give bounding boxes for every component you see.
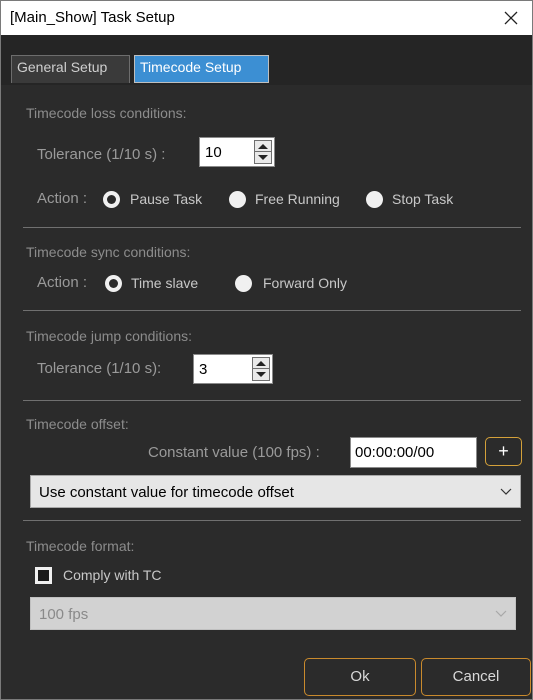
loss-tolerance-value: 10 — [205, 144, 222, 161]
arrow-up-icon — [258, 144, 268, 149]
comply-checkbox[interactable] — [35, 567, 52, 584]
offset-mode-value: Use constant value for timecode offset — [39, 484, 294, 501]
format-section-title: Timecode format: — [26, 538, 135, 554]
radio-free-running-label[interactable]: Free Running — [255, 191, 340, 207]
spin-up-button[interactable] — [255, 141, 271, 152]
jump-tolerance-value: 3 — [199, 361, 208, 378]
spin-up-button[interactable] — [253, 358, 269, 369]
sync-section-title: Timecode sync conditions: — [26, 244, 191, 260]
radio-stop-task-label[interactable]: Stop Task — [392, 191, 453, 207]
window-title: [Main_Show] Task Setup — [10, 9, 175, 26]
divider — [23, 520, 521, 521]
chevron-down-icon — [495, 610, 507, 617]
comply-label[interactable]: Comply with TC — [63, 567, 162, 583]
jump-section-title: Timecode jump conditions: — [26, 328, 193, 344]
loss-section-title: Timecode loss conditions: — [26, 105, 187, 121]
fps-dropdown: 100 fps — [30, 597, 516, 630]
offset-plus-button[interactable]: + — [485, 437, 522, 466]
loss-tolerance-spinbox[interactable]: 10 — [199, 137, 275, 167]
close-icon[interactable] — [498, 5, 524, 31]
divider — [23, 400, 521, 401]
radio-time-slave[interactable] — [105, 275, 122, 292]
radio-stop-task[interactable] — [366, 191, 383, 208]
radio-free-running[interactable] — [229, 191, 246, 208]
arrow-up-icon — [256, 361, 266, 366]
sync-action-label: Action : — [37, 274, 88, 291]
offset-mode-dropdown[interactable]: Use constant value for timecode offset — [30, 475, 521, 508]
fps-value: 100 fps — [39, 606, 89, 623]
task-setup-dialog: [Main_Show] Task Setup General Setup Tim… — [0, 0, 533, 700]
divider — [23, 310, 521, 311]
offset-section-title: Timecode offset: — [26, 416, 129, 432]
radio-forward-only[interactable] — [235, 275, 252, 292]
arrow-down-icon — [258, 155, 268, 160]
loss-tolerance-label: Tolerance (1/10 s) : — [37, 146, 166, 163]
radio-pause-task-label[interactable]: Pause Task — [130, 191, 202, 207]
spin-down-button[interactable] — [253, 369, 269, 380]
cancel-button[interactable]: Cancel — [421, 658, 531, 696]
divider — [23, 227, 521, 228]
tab-timecode-setup[interactable]: Timecode Setup — [134, 55, 269, 83]
tab-general-setup[interactable]: General Setup — [11, 55, 130, 83]
title-bar: [Main_Show] Task Setup — [1, 1, 532, 35]
radio-pause-task[interactable] — [103, 191, 120, 208]
offset-constant-label: Constant value (100 fps) : — [148, 444, 320, 461]
loss-action-label: Action : — [37, 190, 88, 207]
radio-forward-only-label[interactable]: Forward Only — [263, 275, 347, 291]
jump-tolerance-label: Tolerance (1/10 s): — [37, 360, 162, 377]
jump-tolerance-spinbox[interactable]: 3 — [193, 354, 273, 384]
ok-button[interactable]: Ok — [304, 658, 416, 696]
spin-down-button[interactable] — [255, 152, 271, 163]
spin-buttons — [254, 140, 272, 164]
arrow-down-icon — [256, 372, 266, 377]
offset-constant-input[interactable]: 00:00:00/00 — [350, 437, 477, 468]
checkbox-mark — [38, 570, 49, 581]
spin-buttons — [252, 357, 270, 381]
chevron-down-icon — [500, 488, 512, 495]
radio-time-slave-label[interactable]: Time slave — [131, 275, 198, 291]
